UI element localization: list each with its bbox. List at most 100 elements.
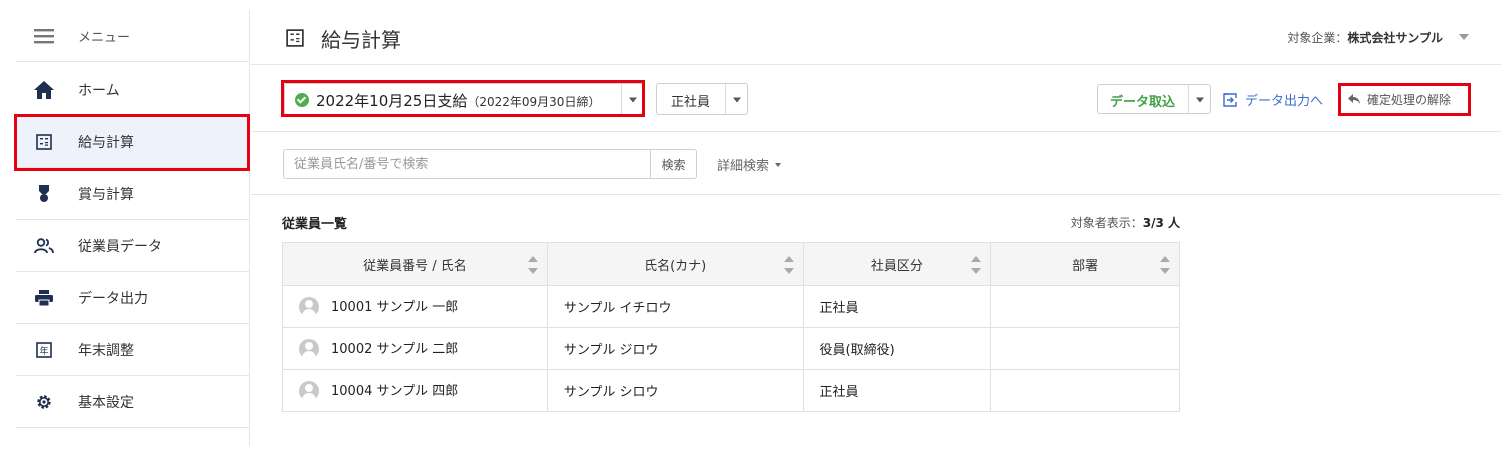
cell-id-name[interactable]: 10001 サンプル 一郎 [282, 285, 548, 328]
undo-confirm-label: 確定処理の解除 [1367, 93, 1452, 107]
data-export-link[interactable]: データ出力へ [1223, 90, 1323, 109]
employee-table: 従業員番号 / 氏名 氏名(カナ) 社員区分 部署 10001 サンプル 一郎 … [282, 242, 1180, 412]
sidebar-item-label: 従業員データ [78, 238, 162, 255]
employment-type-label: 正社員 [671, 95, 711, 110]
pay-period-dropdown[interactable] [621, 84, 643, 114]
sidebar-item-label: ホーム [78, 82, 120, 99]
page-header: 給与計算 対象企業：株式会社サンプル [251, 10, 1501, 65]
sort-icon[interactable] [527, 256, 538, 274]
pay-period-select[interactable]: 2022年10月25日支給（2022年09月30日締） [284, 83, 644, 115]
employee-id-name: 10004 サンプル 四郎 [331, 383, 459, 399]
chevron-down-icon [732, 97, 741, 103]
table-row[interactable]: 10001 サンプル 一郎 サンプル イチロウ 正社員 [282, 285, 1180, 328]
page-title: 給与計算 [321, 28, 401, 52]
company-selector[interactable]: 対象企業：株式会社サンプル [1287, 29, 1443, 46]
sort-icon[interactable] [783, 256, 794, 274]
people-icon [34, 236, 54, 256]
home-icon [34, 80, 54, 100]
search-input[interactable] [283, 149, 650, 179]
avatar-icon [299, 339, 319, 360]
data-import-label: データ取込 [1110, 95, 1176, 110]
cell-kana: サンプル ジロウ [546, 327, 804, 370]
pay-period-label: 2022年10月25日支給（2022年09月30日締） [316, 90, 600, 111]
sidebar-item-label: 給与計算 [78, 134, 134, 151]
table-row[interactable]: 10002 サンプル 二郎 サンプル ジロウ 役員(取締役) [282, 327, 1180, 370]
sidebar-item-bonus[interactable]: 賞与計算 [16, 168, 250, 220]
sidebar-item-employee-data[interactable]: 従業員データ [16, 220, 250, 272]
cell-type: 役員(取締役) [802, 327, 992, 370]
sidebar-item-label: 基本設定 [78, 394, 134, 411]
svg-text:年: 年 [39, 345, 48, 357]
cell-dept [990, 285, 1180, 328]
chevron-down-icon[interactable] [1459, 34, 1469, 40]
employment-type-dropdown[interactable] [725, 84, 747, 114]
column-label: 部署 [1072, 258, 1099, 274]
reply-icon [1347, 92, 1361, 106]
employee-id-name: 10001 サンプル 一郎 [331, 299, 459, 315]
pay-date: 2022年10月25日支給 [316, 92, 468, 110]
column-label: 氏名(カナ) [644, 258, 707, 274]
export-icon [1223, 92, 1237, 107]
column-header-dept[interactable]: 部署 [990, 242, 1180, 286]
menu-toggle[interactable]: メニュー [16, 10, 250, 62]
chevron-down-icon [775, 162, 782, 167]
cell-kana: サンプル シロウ [546, 369, 804, 412]
cell-id-name[interactable]: 10002 サンプル 二郎 [282, 327, 548, 370]
medal-icon [34, 184, 54, 204]
sidebar-item-settings[interactable]: 基本設定 [16, 376, 250, 428]
company-name: 株式会社サンプル [1347, 31, 1443, 45]
sort-icon[interactable] [971, 256, 982, 274]
sidebar-item-label: データ出力 [78, 290, 148, 307]
cell-dept [990, 327, 1180, 370]
employment-type-select[interactable]: 正社員 [656, 83, 748, 115]
search-button[interactable]: 検索 [650, 149, 697, 179]
company-prefix: 対象企業： [1287, 31, 1348, 45]
cell-kana: サンプル イチロウ [546, 285, 804, 328]
sidebar-item-year-end[interactable]: 年 年末調整 [16, 324, 250, 376]
column-header-id-name[interactable]: 従業員番号 / 氏名 [282, 242, 548, 286]
cell-id-name[interactable]: 10004 サンプル 四郎 [282, 369, 548, 412]
advanced-search-label: 詳細検索 [717, 159, 770, 174]
data-import-dropdown[interactable] [1188, 85, 1210, 113]
avatar-icon [299, 297, 319, 318]
sidebar-item-data-export[interactable]: データ出力 [16, 272, 250, 324]
cell-dept [990, 369, 1180, 412]
employee-id-name: 10002 サンプル 二郎 [331, 341, 459, 357]
gear-icon [34, 392, 54, 412]
check-circle-icon [295, 93, 309, 107]
printer-icon [34, 288, 54, 308]
undo-confirm-button[interactable]: 確定処理の解除 [1341, 86, 1467, 112]
chevron-down-icon [628, 97, 637, 103]
menu-label: メニュー [78, 30, 131, 45]
column-label: 社員区分 [870, 258, 923, 274]
chevron-down-icon [1195, 97, 1204, 103]
hamburger-icon[interactable] [34, 26, 54, 46]
cell-type: 正社員 [802, 285, 992, 328]
count-label: 対象者表示： [1070, 216, 1143, 230]
calculator-icon [286, 29, 304, 47]
data-export-label: データ出力へ [1245, 94, 1324, 109]
advanced-search-toggle[interactable]: 詳細検索 [717, 155, 782, 174]
sidebar-item-label: 賞与計算 [78, 186, 134, 203]
column-header-type[interactable]: 社員区分 [802, 242, 992, 286]
toolbar: 2022年10月25日支給（2022年09月30日締） 正社員 データ取込 デー… [251, 66, 1501, 132]
sort-icon[interactable] [1160, 256, 1170, 274]
closing-date: （2022年09月30日締） [467, 95, 601, 109]
result-count: 対象者表示：3/3 人 [1071, 214, 1180, 231]
sidebar: メニュー ホーム 給与計算 賞与計算 従業員データ データ出力 年 年末調整 基… [16, 10, 250, 446]
column-header-kana[interactable]: 氏名(カナ) [546, 242, 804, 286]
table-row[interactable]: 10004 サンプル 四郎 サンプル シロウ 正社員 [282, 369, 1180, 412]
sidebar-item-home[interactable]: ホーム [16, 64, 250, 116]
year-icon: 年 [34, 340, 54, 360]
data-import-button[interactable]: データ取込 [1097, 84, 1211, 114]
avatar-icon [299, 381, 319, 402]
cell-type: 正社員 [802, 369, 992, 412]
column-label: 従業員番号 / 氏名 [363, 258, 467, 274]
sidebar-item-payroll[interactable]: 給与計算 [16, 116, 250, 168]
calculator-icon [34, 132, 54, 152]
table-header-row: 従業員番号 / 氏名 氏名(カナ) 社員区分 部署 [282, 242, 1180, 286]
sidebar-item-label: 年末調整 [78, 342, 134, 359]
search-bar: 検索 詳細検索 [251, 133, 1501, 195]
list-title: 従業員一覧 [282, 217, 348, 232]
count-value: 3/3 人 [1142, 216, 1180, 230]
